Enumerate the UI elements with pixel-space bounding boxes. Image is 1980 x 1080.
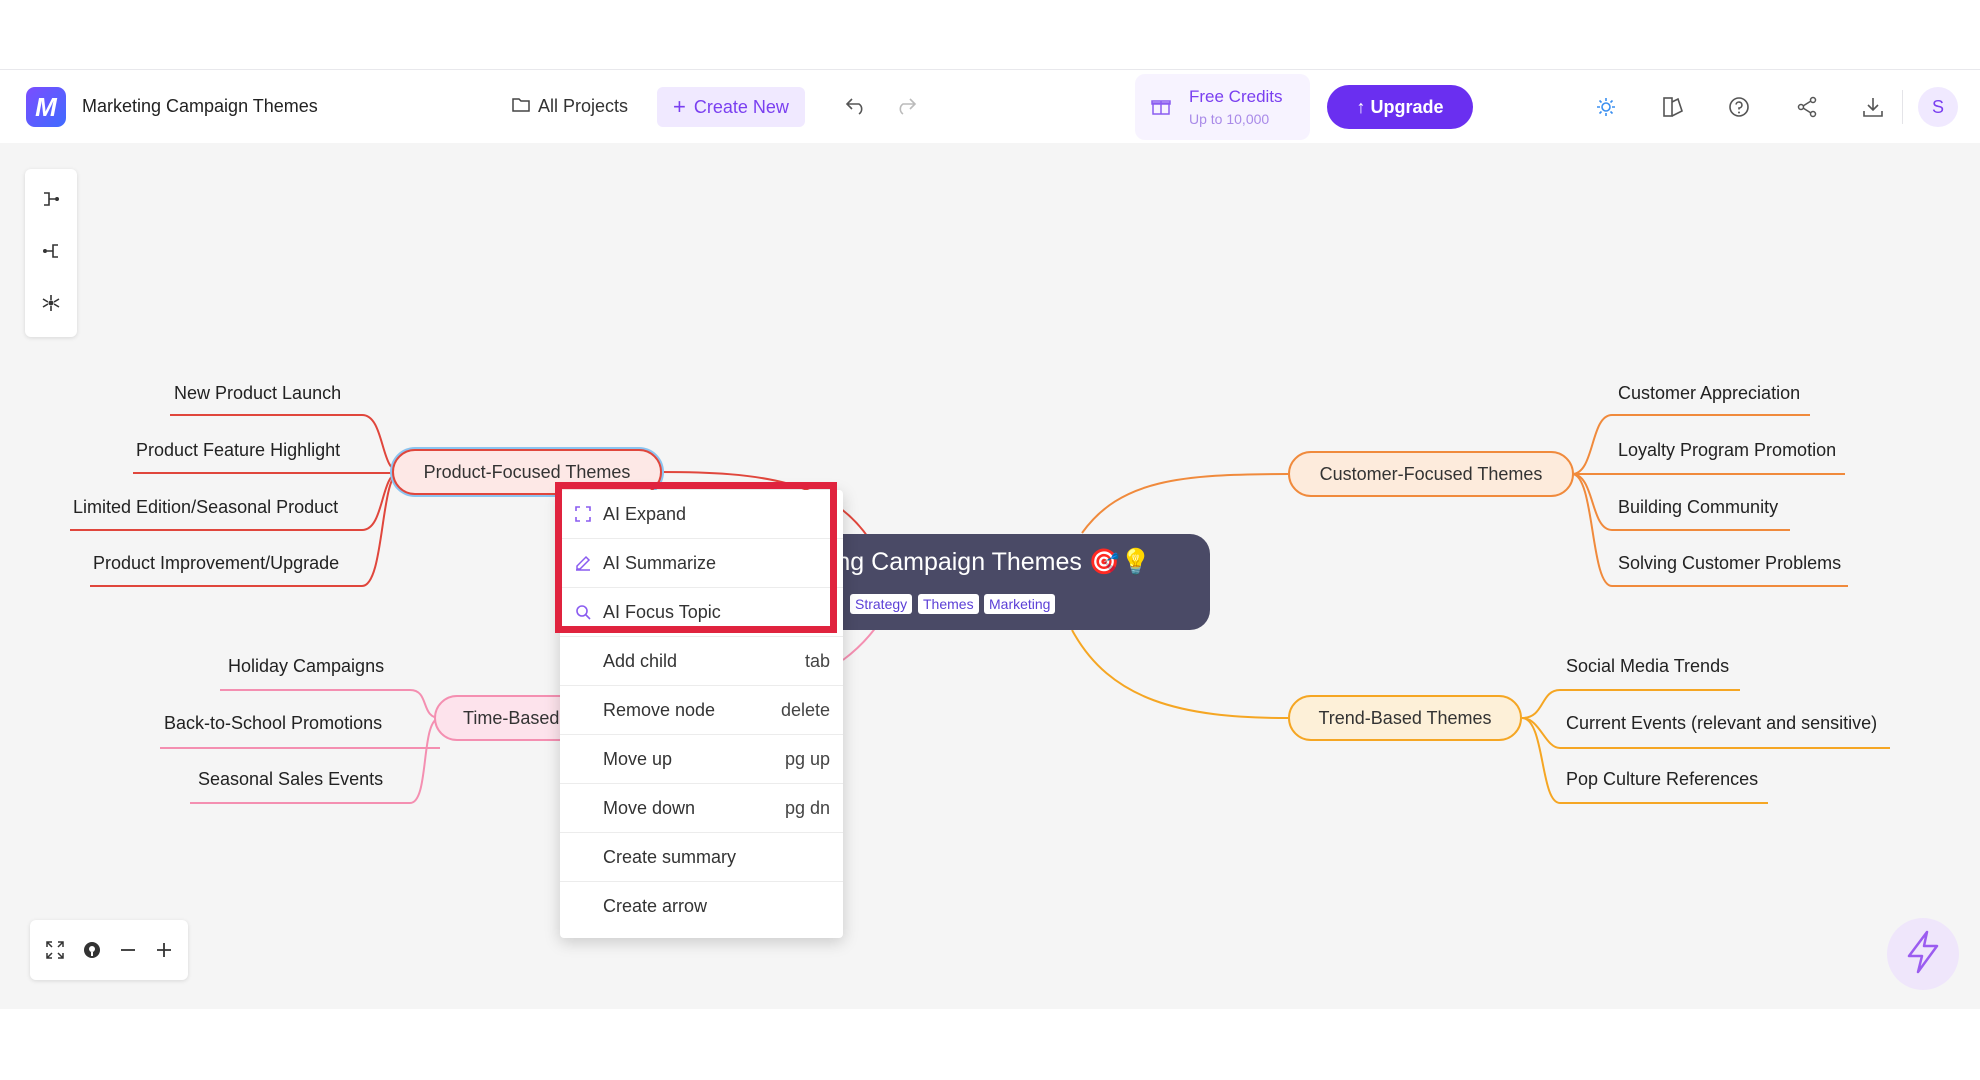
layout-radial-icon[interactable]	[38, 290, 64, 316]
branch-trend-based[interactable]: Trend-Based Themes	[1288, 695, 1522, 741]
tag-strategy[interactable]: Strategy	[850, 594, 913, 614]
leaf-seasonal-sales[interactable]: Seasonal Sales Events	[198, 769, 383, 790]
menu-create-arrow[interactable]: Create arrow	[560, 882, 843, 931]
leaf-back-to-school[interactable]: Back-to-School Promotions	[164, 713, 382, 734]
leaf-social-media-trends[interactable]: Social Media Trends	[1566, 656, 1729, 677]
leaf-pop-culture[interactable]: Pop Culture References	[1566, 769, 1758, 790]
leaf-solving-problems[interactable]: Solving Customer Problems	[1618, 553, 1841, 574]
locate-center-icon[interactable]	[79, 937, 105, 963]
leaf-holiday-campaigns[interactable]: Holiday Campaigns	[228, 656, 384, 677]
leaf-current-events[interactable]: Current Events (relevant and sensitive)	[1566, 713, 1877, 734]
fullscreen-icon[interactable]	[42, 937, 68, 963]
zoom-in-icon[interactable]	[151, 937, 177, 963]
tag-marketing[interactable]: Marketing	[984, 594, 1056, 614]
menu-add-child[interactable]: Add child tab	[560, 637, 843, 686]
leaf-customer-appreciation[interactable]: Customer Appreciation	[1618, 383, 1800, 404]
leaf-product-feature-highlight[interactable]: Product Feature Highlight	[136, 440, 340, 461]
ai-actions-highlight	[555, 482, 837, 633]
lightning-icon	[1903, 930, 1943, 979]
zoom-controls	[30, 920, 188, 980]
layout-toolbar	[25, 169, 77, 337]
menu-remove-node[interactable]: Remove node delete	[560, 686, 843, 735]
leaf-limited-edition[interactable]: Limited Edition/Seasonal Product	[73, 497, 338, 518]
leaf-loyalty-program[interactable]: Loyalty Program Promotion	[1618, 440, 1836, 461]
leaf-product-improvement[interactable]: Product Improvement/Upgrade	[93, 553, 339, 574]
leaf-new-product-launch[interactable]: New Product Launch	[174, 383, 341, 404]
menu-move-up[interactable]: Move up pg up	[560, 735, 843, 784]
ai-assistant-button[interactable]	[1887, 918, 1959, 990]
bottom-blank-band	[0, 1009, 1980, 1080]
root-title: eting Campaign Themes 🎯💡	[810, 548, 1152, 576]
tag-themes[interactable]: Themes	[918, 594, 979, 614]
layout-left-icon[interactable]	[38, 238, 64, 264]
leaf-building-community[interactable]: Building Community	[1618, 497, 1778, 518]
branch-customer-focused[interactable]: Customer-Focused Themes	[1288, 451, 1574, 497]
menu-create-summary[interactable]: Create summary	[560, 833, 843, 882]
layout-right-icon[interactable]	[38, 186, 64, 212]
zoom-out-icon[interactable]	[115, 937, 141, 963]
menu-move-down[interactable]: Move down pg dn	[560, 784, 843, 833]
